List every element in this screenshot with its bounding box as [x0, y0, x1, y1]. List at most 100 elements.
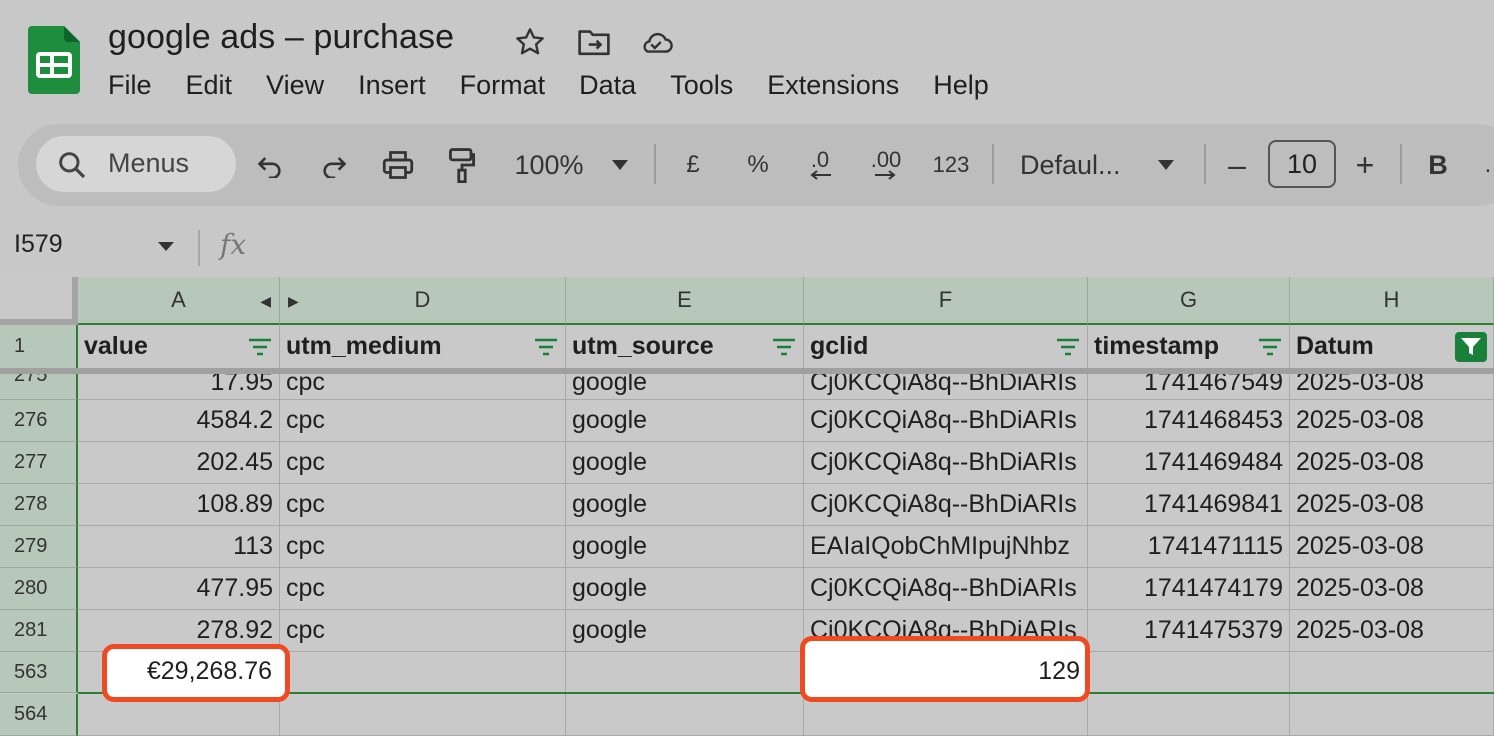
cell-datum[interactable]: 2025-03-08 [1290, 400, 1494, 442]
filter-icon[interactable] [1257, 337, 1283, 357]
menu-insert[interactable]: Insert [358, 68, 426, 102]
paint-format-button[interactable] [442, 140, 482, 190]
hidden-columns-right-arrow-icon[interactable]: ▶ [288, 293, 299, 310]
currency-format-button[interactable]: £ [678, 140, 708, 190]
print-button[interactable] [378, 140, 418, 190]
cell-datum[interactable]: 2025-03-08 [1290, 374, 1494, 400]
cell-utm-medium[interactable]: cpc [280, 400, 566, 442]
cell-gclid[interactable]: Cj0KCQiA8q--BhDiARIs [804, 442, 1088, 484]
cell-utm-source[interactable]: google [566, 610, 804, 652]
cell-gclid[interactable]: Cj0KCQiA8q--BhDiARIs [804, 400, 1088, 442]
decrease-decimal-button[interactable]: .0 [800, 140, 840, 190]
menu-help[interactable]: Help [933, 68, 989, 102]
cell-timestamp[interactable]: 1741469841 [1088, 484, 1290, 526]
cell-timestamp[interactable]: 1741475379 [1088, 610, 1290, 652]
header-cell-value[interactable]: value [78, 325, 280, 369]
row-number[interactable]: 280 [0, 568, 78, 610]
font-dropdown-caret-icon[interactable] [1154, 140, 1178, 190]
column-header-h[interactable]: H [1290, 277, 1494, 325]
cell-value[interactable]: 17.95 [78, 374, 280, 400]
active-filter-icon[interactable] [1455, 331, 1487, 362]
cell-utm-source[interactable]: google [566, 484, 804, 526]
cell-utm-medium[interactable]: cpc [280, 568, 566, 610]
column-header-f[interactable]: F [804, 277, 1088, 325]
more-formats-button[interactable]: 123 [928, 140, 974, 190]
header-cell-utm-source[interactable]: utm_source [566, 325, 804, 369]
cloud-saved-icon[interactable] [638, 24, 674, 60]
cell-utm-source[interactable]: google [566, 526, 804, 568]
cell-timestamp[interactable]: 1741467549 [1088, 374, 1290, 400]
increase-font-size-button[interactable]: + [1350, 140, 1380, 190]
column-header-a[interactable]: A ◀ [78, 277, 280, 325]
menu-file[interactable]: File [108, 68, 152, 102]
cell-timestamp[interactable]: 1741468453 [1088, 400, 1290, 442]
cell-empty[interactable] [566, 694, 804, 736]
font-size-input[interactable]: 10 [1268, 140, 1336, 188]
cell-value[interactable]: 4584.2 [78, 400, 280, 442]
gclid-count[interactable]: 129 [812, 657, 1080, 686]
hidden-columns-left-arrow-icon[interactable]: ◀ [260, 293, 271, 310]
row-number[interactable]: 1 [0, 325, 78, 369]
cell-timestamp[interactable]: 1741469484 [1088, 442, 1290, 484]
cell-utm-medium[interactable]: cpc [280, 442, 566, 484]
row-number[interactable]: 563 [0, 652, 78, 693]
cell-empty[interactable] [566, 652, 804, 693]
cell-timestamp[interactable]: 1741474179 [1088, 568, 1290, 610]
zoom-dropdown-caret-icon[interactable] [608, 140, 632, 190]
cell-empty[interactable] [1290, 652, 1494, 693]
cell-utm-source[interactable]: google [566, 374, 804, 400]
select-all-corner[interactable] [0, 277, 78, 325]
menu-extensions[interactable]: Extensions [767, 68, 899, 102]
column-header-d[interactable]: ▶ D [280, 277, 566, 325]
menu-format[interactable]: Format [460, 68, 546, 102]
value-total[interactable]: €29,268.76 [110, 657, 272, 686]
header-cell-timestamp[interactable]: timestamp [1088, 325, 1290, 369]
zoom-select[interactable]: 100% [508, 140, 590, 190]
cell-empty[interactable] [280, 694, 566, 736]
star-icon[interactable] [512, 24, 548, 60]
filter-icon[interactable] [247, 337, 273, 357]
menu-data[interactable]: Data [579, 68, 636, 102]
cell-datum[interactable]: 2025-03-08 [1290, 568, 1494, 610]
cell-utm-medium[interactable]: cpc [280, 374, 566, 400]
header-cell-utm-medium[interactable]: utm_medium [280, 325, 566, 369]
cell-value[interactable]: 113 [78, 526, 280, 568]
cell-utm-medium[interactable]: cpc [280, 484, 566, 526]
menu-view[interactable]: View [266, 68, 324, 102]
cell-utm-medium[interactable]: cpc [280, 526, 566, 568]
cell-empty[interactable] [1088, 694, 1290, 736]
cell-utm-source[interactable]: google [566, 568, 804, 610]
filter-icon[interactable] [533, 337, 559, 357]
percent-format-button[interactable]: % [740, 140, 776, 190]
menu-tools[interactable]: Tools [670, 68, 733, 102]
row-number[interactable]: 278 [0, 484, 78, 526]
name-box-caret-icon[interactable] [156, 236, 176, 256]
row-number[interactable]: 276 [0, 400, 78, 442]
row-number[interactable]: 281 [0, 610, 78, 652]
column-header-e[interactable]: E [566, 277, 804, 325]
cell-empty[interactable] [1290, 694, 1494, 736]
cell-utm-source[interactable]: google [566, 400, 804, 442]
bold-button[interactable]: B [1424, 140, 1452, 190]
row-number[interactable]: 275 [0, 374, 78, 400]
redo-button[interactable] [314, 140, 354, 190]
cell-gclid[interactable]: Cj0KCQiA8q--BhDiARIs [804, 568, 1088, 610]
name-box[interactable]: I579 [14, 230, 63, 259]
cell-datum[interactable]: 2025-03-08 [1290, 610, 1494, 652]
header-cell-gclid[interactable]: gclid [804, 325, 1088, 369]
undo-button[interactable] [250, 140, 290, 190]
document-title[interactable]: google ads – purchase [108, 18, 454, 57]
cell-utm-medium[interactable]: cpc [280, 610, 566, 652]
cell-datum[interactable]: 2025-03-08 [1290, 526, 1494, 568]
cell-value[interactable]: 202.45 [78, 442, 280, 484]
row-number[interactable]: 564 [0, 694, 78, 736]
cell-utm-source[interactable]: google [566, 442, 804, 484]
cell-datum[interactable]: 2025-03-08 [1290, 442, 1494, 484]
row-number[interactable]: 277 [0, 442, 78, 484]
cell-value[interactable]: 477.95 [78, 568, 280, 610]
font-family-select[interactable]: Defaul... [1020, 140, 1136, 190]
cell-datum[interactable]: 2025-03-08 [1290, 484, 1494, 526]
filter-icon[interactable] [1055, 337, 1081, 357]
cell-timestamp[interactable]: 1741471115 [1088, 526, 1290, 568]
cell-empty[interactable] [280, 652, 566, 693]
